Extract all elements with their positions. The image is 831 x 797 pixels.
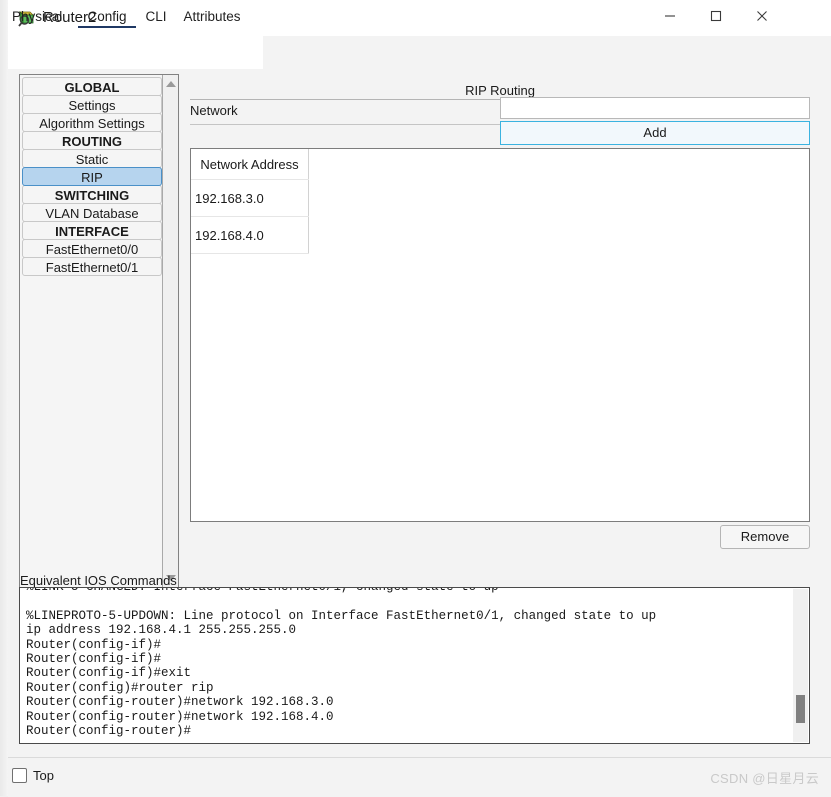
tab-attributes[interactable]: Attributes [173, 0, 251, 33]
equivalent-ios-commands-label: Equivalent IOS Commands [20, 573, 177, 588]
rip-routing-title: RIP Routing [465, 83, 535, 98]
sidebar-scrollbar[interactable] [162, 75, 178, 587]
network-label: Network [190, 103, 238, 118]
watermark: CSDN @日星月云 [710, 771, 819, 786]
top-checkbox-label: Top [33, 768, 54, 783]
config-sidebar: GLOBAL Settings Algorithm Settings ROUTI… [19, 74, 179, 588]
sidebar-item-static[interactable]: Static [22, 149, 162, 168]
network-input[interactable] [500, 97, 810, 119]
add-button[interactable]: Add [500, 121, 810, 145]
sidebar-item-switching[interactable]: SWITCHING [22, 185, 162, 204]
scroll-up-button[interactable] [163, 76, 178, 92]
sidebar-item-global[interactable]: GLOBAL [22, 77, 162, 96]
ios-scrollbar[interactable] [793, 589, 808, 742]
bottom-bar: Top CSDN @日星月云 [8, 757, 831, 797]
ios-commands-output[interactable]: %LINK-5-CHANGED: Interface FastEthernet0… [19, 587, 810, 744]
maximize-button[interactable] [693, 0, 739, 32]
close-icon [757, 11, 767, 21]
maximize-icon [710, 10, 722, 22]
sidebar-item-fastethernet0-0[interactable]: FastEthernet0/0 [22, 239, 162, 258]
cell-network-address[interactable]: 192.168.3.0 [191, 179, 309, 217]
sidebar-item-algorithm-settings[interactable]: Algorithm Settings [22, 113, 162, 132]
sidebar-item-fastethernet0-1[interactable]: FastEthernet0/1 [22, 257, 162, 276]
table-header-row: Network Address [191, 149, 309, 180]
minimize-button[interactable] [647, 0, 693, 32]
remove-button[interactable]: Remove [720, 525, 810, 549]
config-content: GLOBAL Settings Algorithm Settings ROUTI… [8, 69, 831, 757]
tab-config[interactable]: Config [78, 0, 136, 33]
ios-scrollbar-thumb[interactable] [796, 695, 805, 723]
tab-bar-background [8, 36, 263, 69]
tab-cli[interactable]: CLI [137, 0, 175, 33]
tab-physical[interactable]: Physical [8, 0, 76, 33]
table-row: 192.168.3.0 [191, 179, 309, 217]
router-config-window: Router2 Physical Config CLI Attributes G… [0, 0, 831, 797]
network-address-table-container: Network Address 192.168.3.0 192.168.4.0 [190, 148, 810, 522]
network-address-table: Network Address 192.168.3.0 192.168.4.0 [191, 149, 309, 254]
sidebar-item-list: GLOBAL Settings Algorithm Settings ROUTI… [22, 77, 162, 276]
minimize-icon [665, 15, 675, 17]
cell-network-address[interactable]: 192.168.4.0 [191, 216, 309, 254]
triangle-up-icon [165, 81, 176, 87]
ios-commands-text: %LINK-5-CHANGED: Interface FastEthernet0… [26, 587, 657, 739]
column-header-network-address: Network Address [191, 149, 309, 180]
table-row: 192.168.4.0 [191, 216, 309, 254]
sidebar-item-rip[interactable]: RIP [22, 167, 162, 186]
sidebar-item-interface[interactable]: INTERFACE [22, 221, 162, 240]
sidebar-item-routing[interactable]: ROUTING [22, 131, 162, 150]
close-button[interactable] [739, 0, 785, 32]
top-checkbox[interactable] [12, 768, 27, 783]
sidebar-item-settings[interactable]: Settings [22, 95, 162, 114]
sidebar-item-vlan-database[interactable]: VLAN Database [22, 203, 162, 222]
network-row-divider [190, 124, 500, 125]
